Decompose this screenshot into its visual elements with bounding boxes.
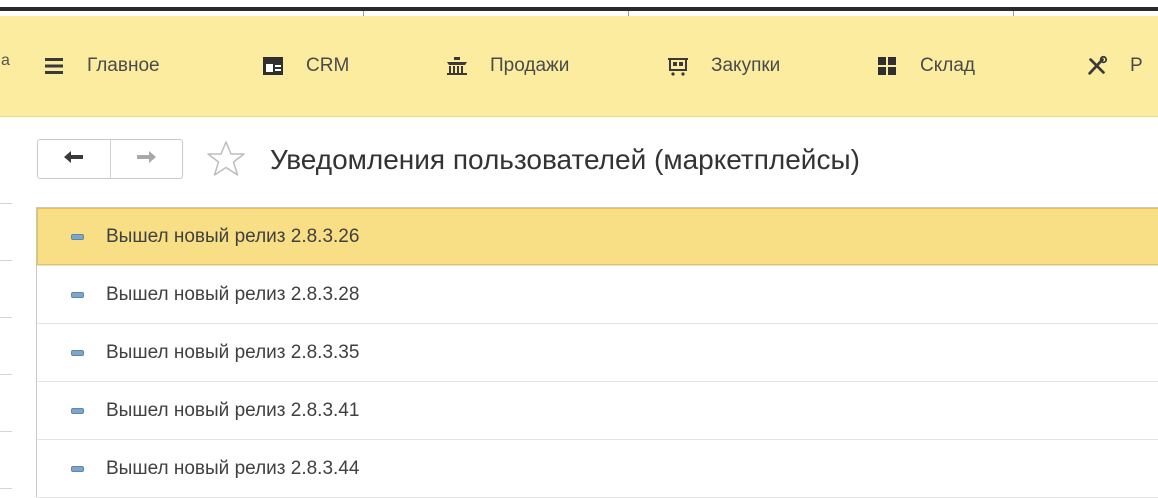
- list-item-label: Вышел новый релиз 2.8.3.28: [106, 283, 360, 305]
- list-item-label: Вышел новый релиз 2.8.3.44: [106, 457, 360, 479]
- contact-card-icon: [262, 55, 284, 77]
- list-item[interactable]: Вышел новый релиз 2.8.3.41: [37, 382, 1158, 440]
- back-button[interactable]: [38, 140, 110, 178]
- section-label: Главное: [87, 55, 160, 76]
- notifications-list: Вышел новый релиз 2.8.3.26 Вышел новый р…: [36, 207, 1158, 498]
- section-label: Продажи: [490, 55, 570, 76]
- list-marker-icon: [71, 349, 84, 356]
- page-title: Уведомления пользователей (маркетплейсы): [270, 144, 860, 175]
- section-label: CRM: [306, 55, 350, 76]
- section-label: Р: [1130, 55, 1143, 76]
- list-marker-icon: [71, 465, 84, 472]
- list-item[interactable]: Вышел новый релиз 2.8.3.26: [37, 208, 1158, 266]
- list-item-label: Вышел новый релиз 2.8.3.35: [106, 341, 360, 363]
- warehouse-grid-icon: [876, 55, 898, 77]
- list-marker-icon: [71, 233, 84, 240]
- divider: [0, 317, 12, 318]
- section-purchases[interactable]: Закупки: [667, 16, 780, 116]
- sections-panel-cut-item[interactable]: а: [1, 52, 10, 70]
- section-main[interactable]: Главное: [43, 16, 160, 116]
- divider: [0, 260, 12, 261]
- divider: [0, 203, 12, 204]
- section-crm[interactable]: CRM: [262, 16, 349, 116]
- divider: [0, 374, 12, 375]
- list-item[interactable]: Вышел новый релиз 2.8.3.44: [37, 440, 1158, 498]
- top-divider: [0, 7, 1158, 11]
- arrow-right-icon: [136, 150, 157, 169]
- forward-button[interactable]: [109, 140, 183, 178]
- history-navigation: [37, 139, 183, 179]
- list-marker-icon: [71, 407, 84, 414]
- sections-panel: а Главное CRM Продажи Закупки Склад Р: [0, 16, 1158, 117]
- divider: [0, 488, 12, 489]
- section-label: Закупки: [711, 55, 781, 76]
- hamburger-menu-icon: [43, 55, 65, 77]
- window-top-strip: [0, 0, 1158, 16]
- section-warehouse[interactable]: Склад: [876, 16, 975, 116]
- divider: [0, 431, 12, 432]
- favorite-button[interactable]: [205, 139, 247, 179]
- list-item-label: Вышел новый релиз 2.8.3.41: [106, 399, 360, 421]
- tools-icon: [1086, 55, 1108, 77]
- list-item-label: Вышел новый релиз 2.8.3.26: [106, 225, 360, 247]
- section-partial[interactable]: Р: [1086, 16, 1143, 116]
- shop-basket-icon: [446, 55, 468, 77]
- list-marker-icon: [71, 291, 84, 298]
- arrow-left-icon: [63, 150, 84, 169]
- cart-icon: [667, 55, 689, 77]
- section-sales[interactable]: Продажи: [446, 16, 569, 116]
- list-item[interactable]: Вышел новый релиз 2.8.3.35: [37, 324, 1158, 382]
- star-outline-icon: [205, 141, 247, 183]
- section-label: Склад: [920, 55, 975, 76]
- list-item[interactable]: Вышел новый релиз 2.8.3.28: [37, 266, 1158, 324]
